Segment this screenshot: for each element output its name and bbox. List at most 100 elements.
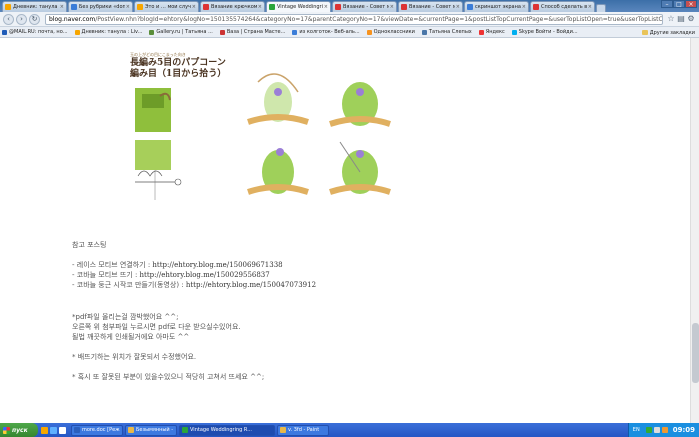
maximize-icon[interactable]: □ bbox=[673, 0, 685, 8]
reference-link[interactable]: http://ehtory.blog.me/150069671338 bbox=[152, 261, 282, 269]
close-window-icon[interactable]: × bbox=[685, 0, 697, 8]
reference-links: - 레이스 모티브 연결하기 : http://ehtory.blog.me/1… bbox=[72, 260, 632, 290]
scrollbar-thumb[interactable] bbox=[692, 323, 699, 383]
close-icon[interactable]: × bbox=[126, 4, 130, 10]
bookmark-favicon-icon bbox=[478, 29, 484, 35]
crochet-diagram-image bbox=[135, 73, 391, 200]
taskbar-button-label: Vintage Weddingring R... bbox=[190, 427, 252, 433]
language-indicator[interactable]: EN bbox=[633, 427, 640, 433]
bookmark-label: Ваза | Страна Масте... bbox=[226, 29, 286, 35]
navigation-bar: ‹ › ↻ blog.naver.com/PostView.nhn?blogId… bbox=[0, 12, 699, 27]
post-heading: 참고 포스팅 bbox=[72, 241, 107, 249]
tab-favicon-icon bbox=[269, 4, 275, 10]
browser-tab[interactable]: Вязание - Совет мод× bbox=[398, 1, 463, 12]
taskbar-window-button[interactable]: Vintage Weddingring R... bbox=[179, 424, 275, 436]
browser-tab[interactable]: Без рубрики «donnal× bbox=[68, 1, 133, 12]
note-line: *pdf파일 올리는걸 깜박했어요 ^^; bbox=[72, 313, 179, 321]
close-icon[interactable]: × bbox=[456, 4, 460, 10]
vertical-scrollbar[interactable] bbox=[690, 38, 699, 423]
address-path: /PostView.nhn?blogId=ehtory&logNo=150135… bbox=[95, 15, 663, 23]
taskbar-window-button[interactable]: more.doc [Режим огр... bbox=[71, 424, 123, 436]
close-icon[interactable]: × bbox=[258, 4, 262, 10]
reload-button[interactable]: ↻ bbox=[29, 13, 40, 25]
close-icon[interactable]: × bbox=[324, 4, 328, 10]
note-line: 오른쪽 위 첨부파일 누르시면 pdf로 다운 받으실수있어요. bbox=[72, 323, 241, 331]
back-button[interactable]: ‹ bbox=[3, 13, 14, 25]
desktop-icon[interactable] bbox=[50, 426, 57, 434]
reference-link[interactable]: http://ehtory.blog.me/150047073912 bbox=[186, 281, 316, 289]
taskbar-window-button[interactable]: v. 3fd - Paint bbox=[277, 424, 329, 436]
bookmark-label: из колготок- Веб-аль... bbox=[299, 29, 360, 35]
tab-label: Вязание - Совет мод bbox=[343, 4, 389, 10]
bookmark-label: @MAIL.RU: почта, но... bbox=[9, 29, 68, 35]
tab-label: Вязание крючком - но bbox=[211, 4, 257, 10]
browser-tab[interactable]: Вязание крючком - но× bbox=[200, 1, 265, 12]
pdf-note: *pdf파일 올리는걸 깜박했어요 ^^; 오른쪽 위 첨부파일 누르시면 pd… bbox=[72, 312, 632, 342]
start-label: пуск bbox=[12, 426, 28, 434]
bookmark-label: Яндекс bbox=[485, 29, 505, 35]
bookmark-item[interactable]: Skype Войти - Войди... bbox=[511, 29, 578, 35]
bookmark-item[interactable]: из колготок- Веб-аль... bbox=[292, 29, 360, 35]
app-icon bbox=[128, 427, 134, 433]
minimize-icon[interactable]: – bbox=[661, 0, 673, 8]
forward-button[interactable]: › bbox=[16, 13, 27, 25]
new-tab-button[interactable] bbox=[596, 4, 606, 12]
start-button[interactable]: пуск bbox=[0, 423, 38, 437]
close-icon[interactable]: × bbox=[588, 4, 592, 10]
wrench-icon[interactable]: ⚙ bbox=[686, 14, 696, 24]
close-icon[interactable]: × bbox=[60, 4, 64, 10]
browser-tab[interactable]: Вязание - Совет мод× bbox=[332, 1, 397, 12]
tab-label: Без рубрики «donnal bbox=[79, 4, 125, 10]
bookmark-item[interactable]: @MAIL.RU: почта, но... bbox=[2, 29, 68, 35]
tab-strip: Дневник: танула Liv×Без рубрики «donnal×… bbox=[0, 0, 699, 12]
browser-tab[interactable]: Дневник: танула Liv× bbox=[2, 1, 67, 12]
taskbar-button-label: v. 3fd - Paint bbox=[288, 427, 320, 433]
bookmark-item[interactable]: Ваза | Страна Масте... bbox=[219, 29, 286, 35]
link-prefix: - 레이스 모티브 연결하기 : bbox=[72, 261, 153, 269]
warning-note: * 혹시 또 잘못된 부분이 있을수있으니 적당히 고쳐서 뜨세요 ^^; bbox=[72, 373, 265, 381]
taskbar-buttons: more.doc [Режим огр... Безымянный - Paint… bbox=[71, 424, 331, 436]
bookmark-item[interactable]: Татьяна Слепых bbox=[421, 29, 472, 35]
close-icon[interactable]: × bbox=[390, 4, 394, 10]
page-content: 玉の上がどの目にこまった向き 長編み5目のパプコーン 編み目（1目から拾う） 참… bbox=[0, 38, 690, 423]
tab-favicon-icon bbox=[467, 4, 473, 10]
folder-icon bbox=[641, 30, 648, 35]
close-icon[interactable]: × bbox=[192, 4, 196, 10]
antivirus-icon[interactable] bbox=[661, 427, 668, 433]
address-bar[interactable]: blog.naver.com/PostView.nhn?blogId=ehtor… bbox=[45, 13, 663, 25]
reference-link-row: - 레이스 모티브 연결하기 : http://ehtory.blog.me/1… bbox=[72, 260, 632, 270]
close-icon[interactable]: × bbox=[522, 4, 526, 10]
bookmark-favicon-icon bbox=[149, 29, 155, 35]
bookmark-item[interactable]: Одноклассники bbox=[366, 29, 415, 35]
bookmark-item[interactable]: Gallery.ru | Татьяна ... bbox=[149, 29, 213, 35]
tab-favicon-icon bbox=[137, 4, 143, 10]
volume-icon[interactable] bbox=[653, 427, 660, 433]
system-tray: EN 09:09 bbox=[627, 423, 699, 437]
bookmark-favicon-icon bbox=[292, 29, 298, 35]
bookmark-item[interactable]: Яндекс bbox=[478, 29, 505, 35]
note-line: 될법 깨끗하게 인쇄될거에요 아마도 ^^ bbox=[72, 333, 190, 341]
browser-icon[interactable] bbox=[41, 426, 48, 434]
star-icon[interactable]: ☆ bbox=[666, 14, 676, 24]
app-icon bbox=[280, 427, 286, 433]
browser-tab[interactable]: Vintage Weddingring R× bbox=[266, 1, 331, 12]
window-controls: – □ × bbox=[661, 0, 697, 8]
photo-swatch-2 bbox=[135, 140, 171, 170]
browser-tab[interactable]: Способ сделать в экр× bbox=[530, 1, 595, 12]
taskbar: пуск more.doc [Режим огр... Безымянный - … bbox=[0, 423, 699, 437]
other-bookmarks[interactable]: Другие закладки bbox=[638, 27, 695, 37]
step-illustrations bbox=[247, 73, 391, 195]
network-icon[interactable] bbox=[645, 427, 652, 433]
bookmark-favicon-icon bbox=[421, 29, 427, 35]
tab-favicon-icon bbox=[71, 4, 77, 10]
reference-link[interactable]: http://ehtory.blog.me/150029556837 bbox=[140, 271, 270, 279]
browser-tab[interactable]: Это и … мои случай× bbox=[134, 1, 199, 12]
media-icon[interactable] bbox=[59, 426, 66, 434]
browser-tab[interactable]: скриншот экрана кон× bbox=[464, 1, 529, 12]
bookmark-item[interactable]: Дневник: танула : Liv... bbox=[74, 29, 142, 35]
windows-flag-icon bbox=[3, 426, 10, 434]
page-menu-icon[interactable]: ▤ bbox=[676, 14, 686, 24]
taskbar-window-button[interactable]: Безымянный - Paint bbox=[125, 424, 177, 436]
tab-favicon-icon bbox=[335, 4, 341, 10]
bookmark-favicon-icon bbox=[511, 29, 517, 35]
